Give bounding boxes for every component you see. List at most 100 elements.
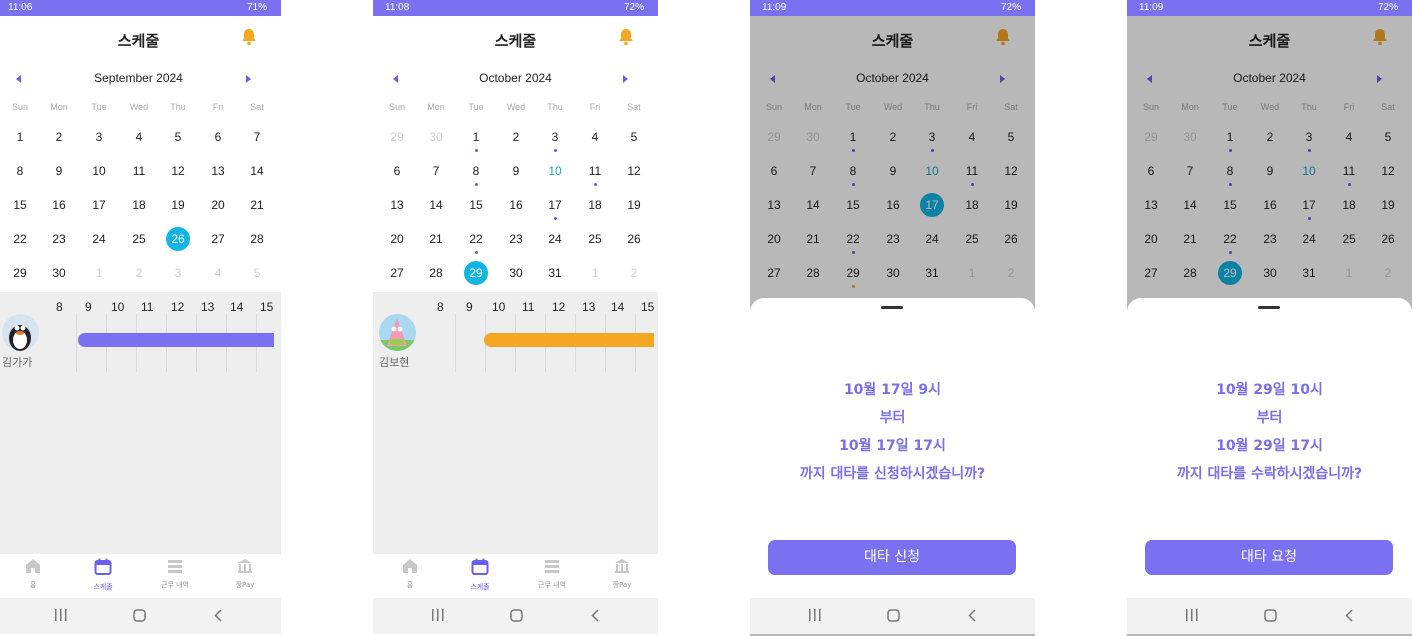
status-time: 11:06	[8, 2, 33, 13]
calendar-day-today[interactable]: 10	[535, 160, 575, 182]
weekday-sun: Sun	[11, 102, 28, 112]
calendar-day-with-shift[interactable]: 22	[456, 228, 496, 254]
calendar-day[interactable]: 20	[198, 194, 238, 216]
hour-divider	[455, 314, 456, 372]
calendar-day[interactable]: 9	[39, 160, 79, 182]
calendar-day-with-shift[interactable]: 17	[535, 194, 575, 220]
shift-bar[interactable]	[78, 333, 274, 347]
home-button-icon[interactable]	[510, 609, 523, 622]
calendar-day[interactable]: 14	[237, 160, 277, 182]
calendar-day-selected[interactable]: 26	[158, 227, 198, 251]
calendar-day-selected[interactable]: 29	[456, 261, 496, 285]
calendar-day[interactable]: 27	[377, 262, 417, 284]
calendar-day[interactable]: 12	[614, 160, 654, 182]
calendar-day[interactable]: 2	[496, 126, 536, 148]
calendar-day[interactable]: 30	[39, 262, 79, 284]
calendar-day[interactable]: 6	[377, 160, 417, 182]
request-substitute-button[interactable]: 대타 신청	[768, 540, 1016, 575]
calendar-day[interactable]: 14	[416, 194, 456, 216]
calendar-day[interactable]: 13	[198, 160, 238, 182]
next-month-icon[interactable]	[623, 75, 628, 83]
next-month-icon[interactable]	[246, 75, 251, 83]
calendar-day[interactable]: 4	[575, 126, 615, 148]
calendar-day[interactable]: 25	[575, 228, 615, 250]
calendar-day[interactable]: 6	[198, 126, 238, 148]
weekday-tue: Tue	[91, 102, 107, 112]
calendar-day[interactable]: 4	[119, 126, 159, 148]
calendar-day[interactable]: 24	[535, 228, 575, 250]
recent-apps-icon[interactable]	[431, 609, 445, 621]
calendar-day[interactable]: 22	[0, 228, 40, 250]
calendar-day[interactable]: 1	[0, 126, 40, 148]
calendar-day[interactable]: 10	[79, 160, 119, 182]
nav-schedule[interactable]: 스케줄	[455, 558, 505, 592]
home-button-icon[interactable]	[1264, 609, 1277, 622]
calendar-day[interactable]: 21	[416, 228, 456, 250]
nav-home[interactable]: 홈	[8, 558, 58, 590]
calendar-day[interactable]: 5	[614, 126, 654, 148]
calendar-day[interactable]: 19	[614, 194, 654, 216]
home-button-icon[interactable]	[887, 609, 900, 622]
calendar-day[interactable]: 18	[119, 194, 159, 216]
accept-substitute-button[interactable]: 대타 요청	[1145, 540, 1393, 575]
back-icon[interactable]	[214, 609, 222, 622]
back-icon[interactable]	[591, 609, 599, 622]
nav-work-history[interactable]: 근무 내역	[150, 558, 200, 590]
calendar-icon	[471, 558, 489, 575]
calendar-day[interactable]: 15	[0, 194, 40, 216]
nav-schedule[interactable]: 스케줄	[78, 558, 128, 592]
calendar-day[interactable]: 15	[456, 194, 496, 216]
calendar-day-with-shift[interactable]: 11	[575, 160, 615, 186]
calendar-day[interactable]: 2	[39, 126, 79, 148]
nav-pay[interactable]: 짱Pay	[597, 558, 647, 590]
calendar-day[interactable]: 27	[198, 228, 238, 250]
calendar-day[interactable]: 21	[237, 194, 277, 216]
calendar-day[interactable]: 24	[79, 228, 119, 250]
calendar-day[interactable]: 28	[416, 262, 456, 284]
month-title: October 2024	[479, 71, 552, 85]
status-time: 11:09	[1139, 2, 1164, 13]
calendar-day[interactable]: 20	[377, 228, 417, 250]
calendar-day[interactable]: 12	[158, 160, 198, 182]
month-title: September 2024	[94, 71, 183, 85]
calendar-day[interactable]: 13	[377, 194, 417, 216]
drag-handle[interactable]	[1258, 306, 1280, 309]
back-icon[interactable]	[968, 609, 976, 622]
nav-work-history[interactable]: 근무 내역	[527, 558, 577, 590]
calendar-day[interactable]: 16	[39, 194, 79, 216]
day-number: 1	[472, 130, 480, 144]
calendar-day[interactable]: 25	[119, 228, 159, 250]
calendar-day[interactable]: 17	[79, 194, 119, 216]
shift-bar[interactable]	[484, 333, 654, 347]
calendar-day[interactable]: 26	[614, 228, 654, 250]
recent-apps-icon[interactable]	[1185, 609, 1199, 621]
calendar-day[interactable]: 23	[496, 228, 536, 250]
recent-apps-icon[interactable]	[808, 609, 822, 621]
bell-icon[interactable]	[241, 28, 257, 50]
calendar-day[interactable]: 8	[0, 160, 40, 182]
nav-pay[interactable]: 짱Pay	[220, 558, 270, 590]
drag-handle[interactable]	[881, 306, 903, 309]
calendar-day-with-shift[interactable]: 8	[456, 160, 496, 186]
calendar-day[interactable]: 3	[79, 126, 119, 148]
calendar-day[interactable]: 11	[119, 160, 159, 182]
calendar-day[interactable]: 16	[496, 194, 536, 216]
calendar-day[interactable]: 30	[496, 262, 536, 284]
calendar-day[interactable]: 23	[39, 228, 79, 250]
home-button-icon[interactable]	[133, 609, 146, 622]
back-icon[interactable]	[1345, 609, 1353, 622]
calendar-day[interactable]: 7	[416, 160, 456, 182]
nav-home[interactable]: 홈	[385, 558, 435, 590]
calendar-day[interactable]: 29	[0, 262, 40, 284]
calendar-day[interactable]: 28	[237, 228, 277, 250]
calendar-day[interactable]: 18	[575, 194, 615, 216]
bell-icon[interactable]	[618, 28, 634, 50]
calendar-day[interactable]: 19	[158, 194, 198, 216]
calendar-day-with-shift[interactable]: 1	[456, 126, 496, 152]
calendar-day[interactable]: 31	[535, 262, 575, 284]
calendar-day[interactable]: 5	[158, 126, 198, 148]
recent-apps-icon[interactable]	[54, 609, 68, 621]
calendar-day[interactable]: 7	[237, 126, 277, 148]
calendar-day-with-shift[interactable]: 3	[535, 126, 575, 152]
calendar-day[interactable]: 9	[496, 160, 536, 182]
